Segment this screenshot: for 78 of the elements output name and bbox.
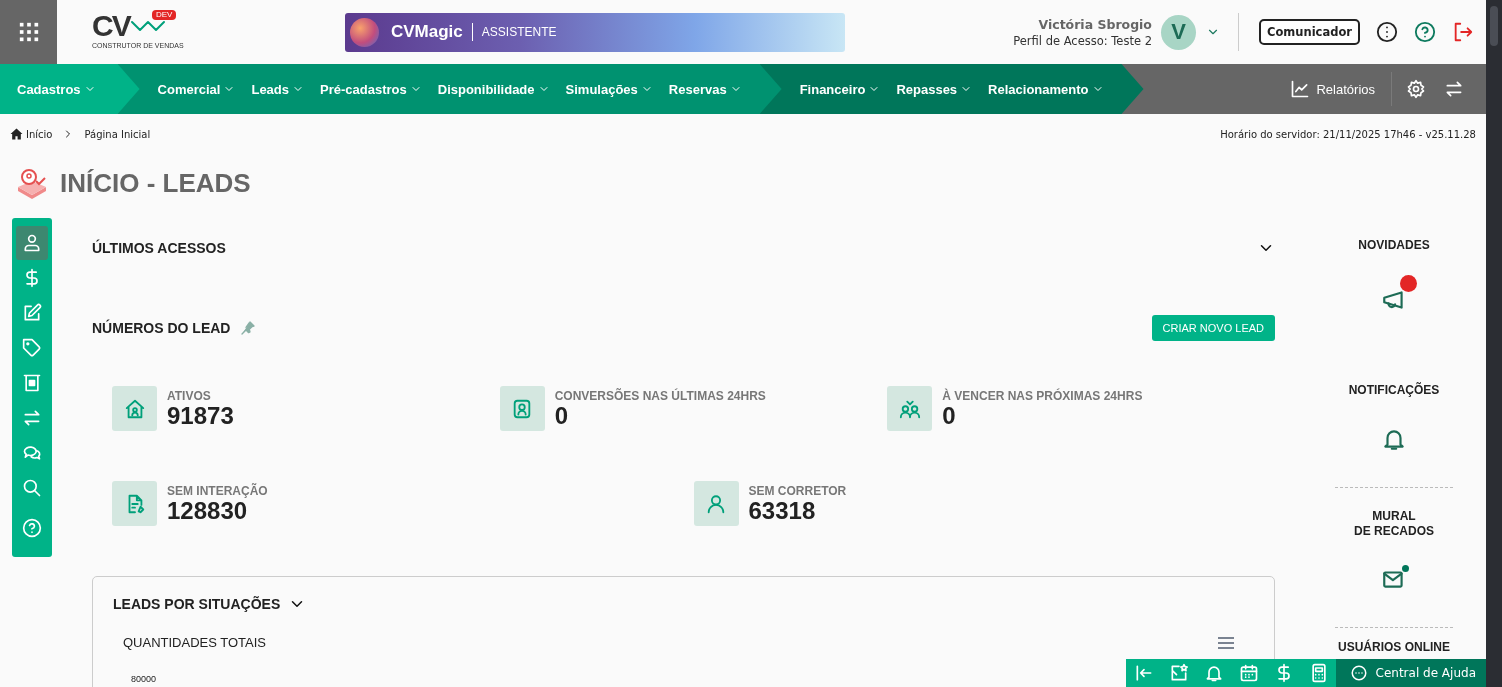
nav-menu-item[interactable]: Reservas [668,81,742,97]
scrollbar[interactable] [1486,0,1502,687]
swap-button[interactable] [1444,79,1464,99]
dev-badge: DEV [152,10,177,20]
chat-dots-icon [1349,664,1368,682]
settings-icon [1406,79,1426,99]
panel-title: NOVIDADES [1358,238,1430,253]
nav-menu-item[interactable]: Relacionamento [988,81,1104,97]
pin-icon [240,320,257,336]
search-icon [22,478,42,498]
server-time: Horário do servidor: 21/11/2025 17h46 - v25.11.28 [1220,128,1476,140]
reports-link[interactable]: Relatórios [1290,79,1375,99]
sidebar-item[interactable] [16,226,48,260]
nav-menu-item[interactable]: Repasses [896,81,973,97]
grid-icon [17,21,40,43]
chart-subtitle: QUANTIDADES TOTAIS [123,635,267,650]
user-icon [705,492,727,515]
window-star-icon [1168,663,1189,683]
nav-menu-item[interactable]: Financeiro [799,81,881,97]
stat-value: 63318 [748,497,817,524]
assistant-label: ASSISTENTE [481,25,557,39]
chat-icon [22,443,42,463]
stat-label: ATIVOS [167,388,212,403]
user-avatar[interactable]: V [1160,14,1196,50]
help-button[interactable] [1414,21,1436,43]
orb-icon [350,17,379,47]
line-chart-icon [1290,79,1311,99]
swap-icon [22,408,42,428]
tag-icon [22,338,42,358]
stat-label: CONVERSÕES NAS ÚLTIMAS 24HRS [554,388,766,403]
apps-menu-button[interactable] [0,0,57,64]
axis-label: 80000 [131,674,157,684]
breadcrumb-link[interactable]: Página Inicial [84,128,151,140]
nav-menu-item[interactable]: Simulações [565,81,653,97]
page-title: INÍCIO - LEADS [60,167,251,199]
help-center-button[interactable]: Central de Ajuda [1335,659,1486,687]
user-name: Victória Sbrogio [1038,16,1152,32]
calendar-icon [1238,663,1259,683]
toolbar-button[interactable] [1168,663,1189,683]
leads-logo-icon [16,167,48,199]
section-title: NÚMEROS DO LEAD [92,320,231,336]
house-icon [123,397,146,420]
stat-value: 91873 [167,402,234,429]
user-icon [22,233,42,253]
stat-label: À VENCER NAS PRÓXIMAS 24HRS [942,388,1143,403]
panel-title: NOTIFICAÇÕES [1348,383,1440,398]
home-icon [10,128,23,140]
menu-icon[interactable] [1218,636,1234,649]
nav-menu-item[interactable]: Leads [251,81,305,97]
communicator-button[interactable]: Comunicador [1258,19,1360,45]
edit-icon [22,303,42,323]
swap-icon [1444,79,1464,99]
stat-label: SEM INTERAÇÃO [167,483,268,498]
help-icon [1414,21,1436,43]
logout-button[interactable] [1452,21,1474,43]
stat-label: SEM CORRETOR [748,483,847,498]
nav-menu-item[interactable]: Pré-cadastros [320,81,422,97]
more-button[interactable] [1376,21,1398,43]
nav-menu-item[interactable]: Comercial [157,81,236,97]
section-title: ÚLTIMOS ACESSOS [92,240,226,256]
card-title: LEADS POR SITUAÇÕES [113,596,281,612]
stat-value: 0 [942,402,957,429]
toolbar-button[interactable] [1238,663,1259,683]
access-profile: Perfil de Acesso: Teste 2 [1013,33,1152,48]
assistant-banner[interactable]: CVMagic ASSISTENTE [345,12,845,52]
panel-title: MURAL DE RECADOS [1354,509,1434,539]
stat-value: 128830 [167,497,248,524]
settings-button[interactable] [1406,79,1426,99]
logo-mark: CV [92,10,130,42]
help-icon [22,518,42,538]
nav-menu-item[interactable]: Disponibilidade [437,81,550,97]
breadcrumb-link[interactable]: Início [10,128,53,140]
assistant-name: CVMagic [391,22,463,42]
panel-title: USUÁRIOS ONLINE [1338,640,1450,655]
kebab-icon [1376,21,1398,43]
logout-icon [1452,21,1474,43]
frame-icon [22,373,42,393]
stat-value: 0 [554,402,570,429]
